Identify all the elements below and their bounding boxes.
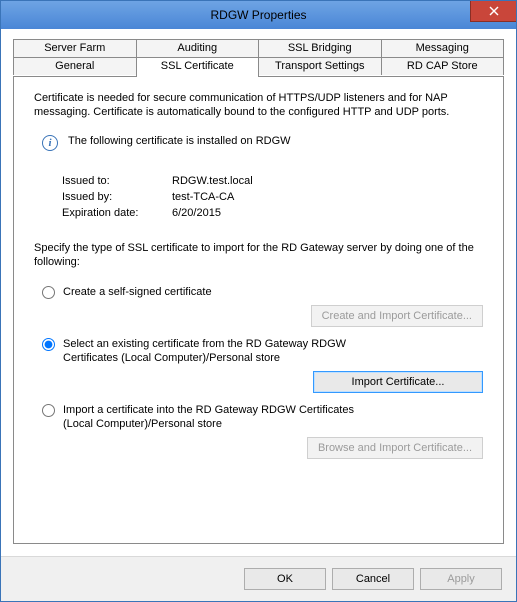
installed-certificate-text: The following certificate is installed o… (68, 135, 291, 147)
tab-server-farm[interactable]: Server Farm (13, 39, 137, 57)
tab-messaging[interactable]: Messaging (381, 39, 505, 57)
tab-ssl-certificate[interactable]: SSL Certificate (136, 57, 260, 77)
radio-create-self-signed[interactable] (42, 286, 55, 299)
expiration-label: Expiration date: (62, 207, 172, 219)
radio-import-certificate[interactable] (42, 404, 55, 417)
window-title: RDGW Properties (210, 8, 306, 22)
tab-strip: Server Farm Auditing SSL Bridging Messag… (13, 39, 504, 77)
issued-to-label: Issued to: (62, 175, 172, 187)
tab-auditing[interactable]: Auditing (136, 39, 260, 57)
dialog-window: RDGW Properties Server Farm Auditing SSL… (0, 0, 517, 602)
close-button[interactable] (470, 1, 516, 22)
expiration-value: 6/20/2015 (172, 207, 221, 219)
radio-select-label: Select an existing certificate from the … (63, 337, 383, 365)
issued-by-label: Issued by: (62, 191, 172, 203)
close-icon (489, 6, 499, 16)
tab-general[interactable]: General (13, 57, 137, 75)
radio-create-label: Create a self-signed certificate (63, 285, 212, 299)
create-import-certificate-button: Create and Import Certificate... (311, 305, 483, 327)
certificate-details: Issued to: RDGW.test.local Issued by: te… (62, 175, 483, 219)
issued-to-value: RDGW.test.local (172, 175, 253, 187)
tab-transport-settings[interactable]: Transport Settings (258, 57, 382, 75)
title-bar[interactable]: RDGW Properties (1, 1, 516, 29)
info-icon: i (42, 135, 58, 151)
cancel-button[interactable]: Cancel (332, 568, 414, 590)
intro-text: Certificate is needed for secure communi… (34, 91, 483, 119)
browse-import-certificate-button: Browse and Import Certificate... (307, 437, 483, 459)
specify-text: Specify the type of SSL certificate to i… (34, 241, 483, 269)
radio-select-existing[interactable] (42, 338, 55, 351)
tab-panel-ssl-certificate: Certificate is needed for secure communi… (13, 76, 504, 544)
tab-rd-cap-store[interactable]: RD CAP Store (381, 57, 505, 75)
dialog-footer: OK Cancel Apply (1, 556, 516, 601)
issued-by-value: test-TCA-CA (172, 191, 234, 203)
ok-button[interactable]: OK (244, 568, 326, 590)
import-certificate-button[interactable]: Import Certificate... (313, 371, 483, 393)
radio-import-label: Import a certificate into the RD Gateway… (63, 403, 383, 431)
apply-button: Apply (420, 568, 502, 590)
tab-ssl-bridging[interactable]: SSL Bridging (258, 39, 382, 57)
